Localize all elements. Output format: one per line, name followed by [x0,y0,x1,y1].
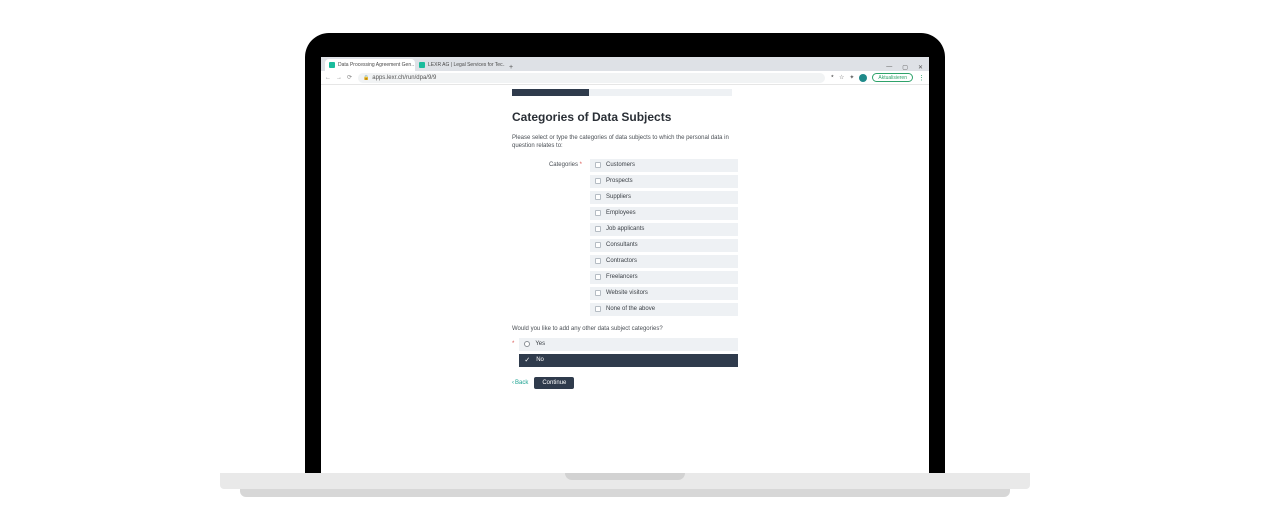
checkbox-icon [595,306,601,312]
required-mark: * [512,338,514,347]
browser-tabs-row: Data Processing Agreement Gen… × LEXR AG… [321,57,929,71]
laptop-base-shadow [240,489,1010,497]
minimize-icon[interactable]: — [886,64,892,71]
update-button[interactable]: Aktualisieren [872,73,913,82]
checkbox-group: Customers Prospects Suppliers Employees Job … [590,159,738,316]
checkbox-option[interactable]: Customers [590,159,738,172]
question-add-more: Would you like to add any other data sub… [512,326,738,332]
nav-back-icon[interactable]: ← [325,75,331,81]
checkbox-option[interactable]: None of the above [590,303,738,316]
bookmark-icon[interactable]: ☆ [839,74,844,81]
progress-fill [512,89,589,96]
checkbox-label: Employees [606,210,636,216]
radio-option-yes[interactable]: Yes [519,338,738,351]
favicon-icon [419,62,425,68]
radio-label: Yes [535,341,545,347]
address-text: apps.lexr.ch/run/dpa/9/9 [372,75,436,81]
chevron-left-icon: ‹ [512,380,514,386]
browser-tab-active[interactable]: Data Processing Agreement Gen… × [325,59,415,71]
checkbox-label: Customers [606,162,635,168]
checkbox-option[interactable]: Employees [590,207,738,220]
checkbox-label: Freelancers [606,274,638,280]
radio-group: Yes ✓ No [519,338,738,367]
checkbox-icon [595,242,601,248]
radio-option-no[interactable]: ✓ No [519,354,738,367]
checkbox-label: Website visitors [606,290,648,296]
checkbox-icon [595,258,601,264]
lock-icon: 🔒 [363,75,369,81]
checkbox-icon [595,194,601,200]
checkbox-option[interactable]: Contractors [590,255,738,268]
checkbox-option[interactable]: Website visitors [590,287,738,300]
translate-icon[interactable]: ⭑ [831,74,834,81]
checkbox-icon [595,162,601,168]
continue-button[interactable]: Continue [534,377,574,389]
checkbox-option[interactable]: Job applicants [590,223,738,236]
tab-title: LEXR AG | Legal Services for Tec… [428,62,505,68]
required-mark: * [580,162,582,168]
nav-reload-icon[interactable]: ⟳ [347,74,352,81]
menu-kebab-icon[interactable]: ⋮ [918,74,925,82]
checkbox-label: Prospects [606,178,633,184]
back-button[interactable]: ‹ Back [512,380,528,386]
checkbox-icon [595,178,601,184]
checkbox-icon [595,226,601,232]
address-bar[interactable]: 🔒 apps.lexr.ch/run/dpa/9/9 [358,73,825,83]
nav-forward-icon[interactable]: → [336,75,342,81]
radio-label: No [536,357,544,363]
window-controls: — ▢ ✕ [886,64,929,71]
tab-title: Data Processing Agreement Gen… [338,62,415,68]
page-viewport: Categories of Data Subjects Please selec… [321,85,929,473]
radio-icon [524,341,530,347]
checkbox-label: Suppliers [606,194,631,200]
close-window-icon[interactable]: ✕ [918,64,923,71]
checkbox-label: Job applicants [606,226,644,232]
extensions-icon[interactable]: ✦ [849,74,854,81]
check-icon: ✓ [524,356,530,364]
checkbox-icon [595,274,601,280]
checkbox-icon [595,210,601,216]
checkbox-icon [595,290,601,296]
profile-avatar[interactable] [859,74,867,82]
field-label: Categories * [512,159,582,316]
checkbox-option[interactable]: Suppliers [590,191,738,204]
page-title: Categories of Data Subjects [512,110,738,124]
checkbox-option[interactable]: Prospects [590,175,738,188]
checkbox-label: Consultants [606,242,638,248]
progress-bar [512,89,732,96]
laptop-notch [565,473,685,480]
checkbox-option[interactable]: Consultants [590,239,738,252]
new-tab-button[interactable]: + [505,64,517,71]
favicon-icon [329,62,335,68]
browser-tab-inactive[interactable]: LEXR AG | Legal Services for Tec… × [415,59,505,71]
checkbox-label: None of the above [606,306,655,312]
intro-text: Please select or type the categories of … [512,134,738,151]
checkbox-label: Contractors [606,258,637,264]
checkbox-option[interactable]: Freelancers [590,271,738,284]
browser-toolbar: ← → ⟳ 🔒 apps.lexr.ch/run/dpa/9/9 ⭑ ☆ ✦ A… [321,71,929,85]
maximize-icon[interactable]: ▢ [902,64,908,71]
